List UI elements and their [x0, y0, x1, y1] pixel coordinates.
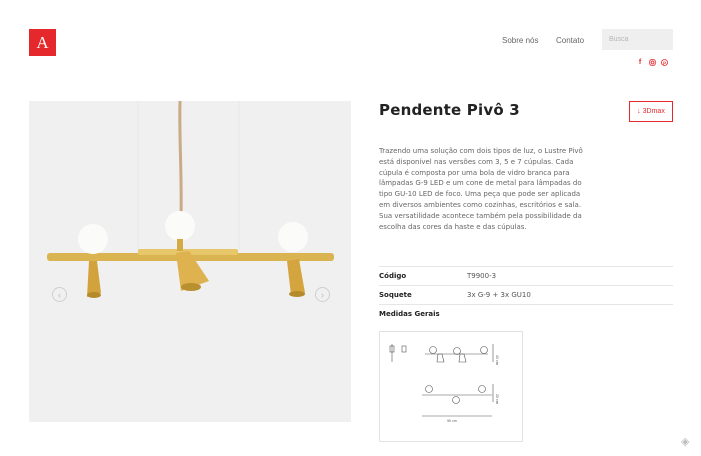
spec-row-soquete: Soquete 3x G-9 + 3x GU10 [379, 285, 673, 304]
svg-text:p: p [663, 60, 666, 65]
spec-key: Medidas Gerais [379, 310, 440, 318]
spec-key: Código [379, 272, 407, 280]
instagram-icon[interactable] [648, 58, 656, 66]
download-3dmax-button[interactable]: ↓ 3Dmax [629, 101, 673, 122]
product-image-gallery: ‹ › [29, 101, 351, 422]
gallery-prev-arrow[interactable]: ‹ [52, 287, 67, 302]
technical-drawing-image: 45 cm 20 cm 90 cm [389, 344, 499, 423]
social-links: f p [636, 58, 668, 66]
spec-value: 3x G-9 + 3x GU10 [467, 291, 531, 299]
gallery-next-arrow[interactable]: › [315, 287, 330, 302]
download-3dmax-label: 3Dmax [642, 108, 665, 115]
logo-text: A [36, 32, 49, 52]
dim-height-b: 20 cm [495, 394, 499, 404]
dim-width: 90 cm [447, 419, 457, 423]
spec-row-codigo: Código T9900-3 [379, 266, 673, 285]
product-description: Trazendo uma solução com dois tipos de l… [379, 147, 583, 231]
spec-row-medidas: Medidas Gerais [379, 304, 673, 323]
technical-drawing[interactable]: 45 cm 20 cm 90 cm [379, 331, 523, 442]
search-input[interactable] [602, 29, 673, 50]
product-title: Pendente Pivô 3 [379, 101, 520, 119]
spec-key: Soquete [379, 291, 412, 299]
nav-sobre-nos[interactable]: Sobre nós [502, 36, 538, 45]
specs-table: Código T9900-3 Soquete 3x G-9 + 3x GU10 … [379, 266, 673, 323]
dim-height-a: 45 cm [495, 355, 499, 365]
logo[interactable]: A [29, 29, 56, 56]
nav-contato[interactable]: Contato [556, 36, 584, 45]
spec-value: T9900-3 [467, 272, 497, 280]
product-image [47, 101, 334, 298]
cookie-settings-icon[interactable]: ◈ [681, 435, 693, 448]
download-arrow-icon: ↓ [637, 108, 641, 115]
facebook-icon[interactable]: f [636, 58, 644, 66]
pinterest-icon[interactable]: p [660, 58, 668, 66]
